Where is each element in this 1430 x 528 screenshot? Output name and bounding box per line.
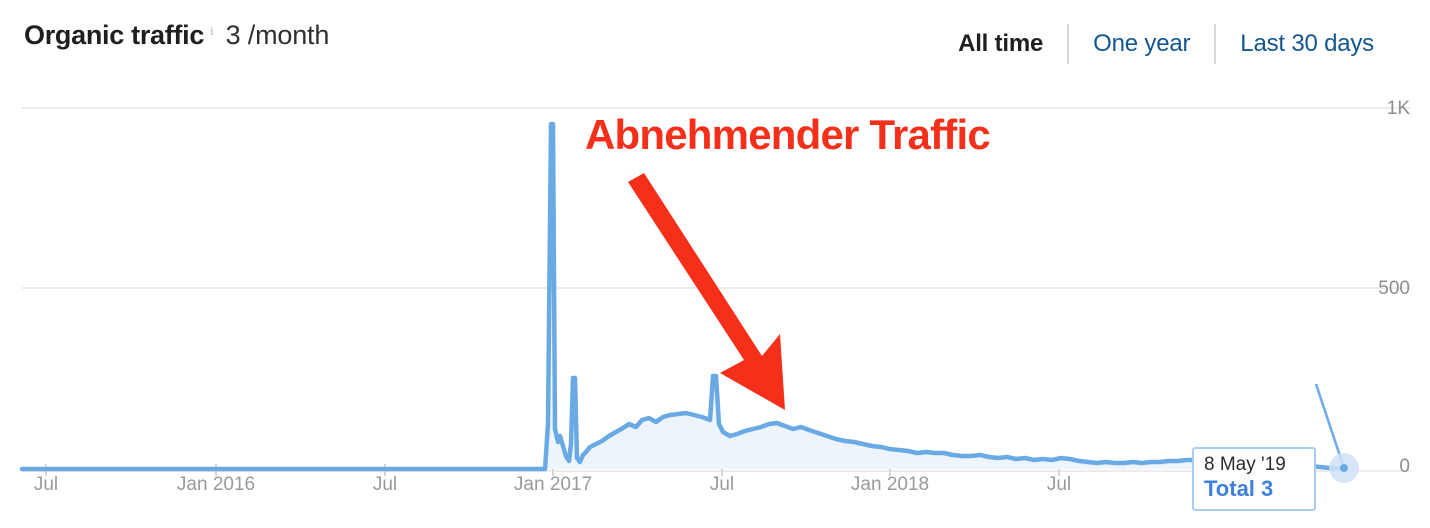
page-title: Organic traffic [24,20,205,50]
x-axis-tick-jul-2015: Jul [33,474,59,495]
data-point-tooltip: 8 May '19 Total 3 [1192,447,1316,512]
metric-value: 3 /month [225,20,330,50]
panel-header: Organic traffic i 3 /month All time One … [0,0,1430,84]
tab-one-year[interactable]: One year [1093,30,1190,58]
date-range-tabs: All time One year Last 30 days [958,24,1374,64]
x-axis-tick-jul-2018: Jul [1046,474,1072,495]
area-fill [22,124,1410,469]
y-axis-tick-500: 500 [1378,278,1410,299]
tooltip-date: 8 May '19 [1204,454,1286,475]
tab-all-time[interactable]: All time [958,30,1043,58]
x-axis-tick-jul-2017: Jul [709,474,735,495]
header-title-group: Organic traffic i 3 /month [24,20,329,51]
x-axis-tick-jul-2016: Jul [372,474,398,495]
x-axis-tick-jan-2018: Jan 2018 [850,474,930,495]
tooltip-total: Total 3 [1204,475,1274,501]
x-axis-tick-jan-2016: Jan 2016 [176,474,256,495]
tab-separator [1214,24,1217,64]
tab-separator [1067,24,1070,64]
annotation-label: Abnehmender Traffic [585,111,991,158]
y-axis-tick-0: 0 [1399,456,1410,477]
tab-last-30-days[interactable]: Last 30 days [1240,30,1374,58]
x-axis-tick-jan-2017: Jan 2017 [513,474,593,495]
y-axis-tick-1k: 1K [1386,98,1410,119]
info-icon[interactable]: i [210,23,214,39]
